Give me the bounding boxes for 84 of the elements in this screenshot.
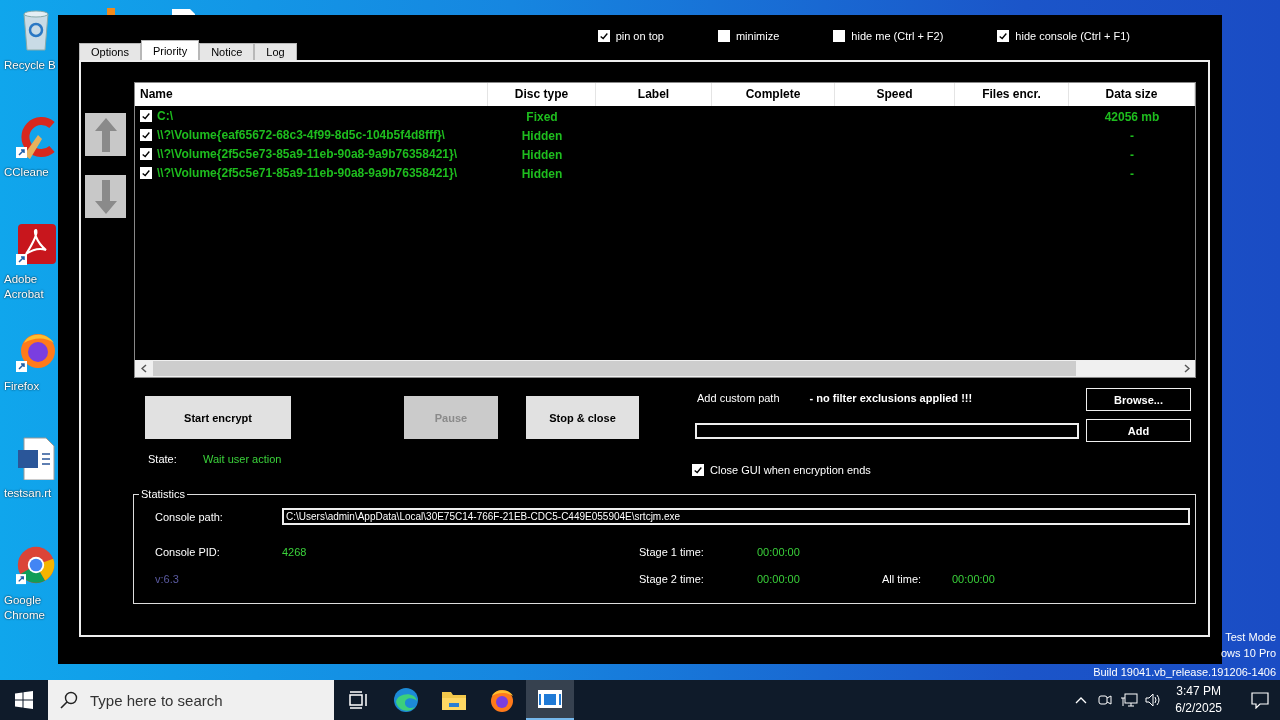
checkbox[interactable] — [717, 30, 730, 42]
checkbox[interactable] — [140, 147, 152, 160]
field-value: 00:00:00 — [757, 546, 801, 558]
checkbox[interactable] — [140, 109, 152, 122]
cleaner-icon[interactable] — [16, 115, 56, 159]
state-label: State: — [148, 453, 178, 465]
table-cell: C:\ — [157, 108, 173, 123]
checkbox-label: Close GUI when encryption ends — [710, 464, 871, 476]
column-header[interactable]: Complete — [712, 83, 835, 106]
icon-label: Firefox — [4, 379, 40, 394]
windows-icon[interactable] — [15, 691, 33, 709]
table-cell: - — [1130, 147, 1134, 162]
field-value: 00:00:00 — [952, 573, 996, 585]
custom-path-label: Add custom path — [697, 391, 780, 404]
checkbox[interactable] — [597, 30, 610, 42]
checkbox[interactable] — [692, 464, 704, 476]
system-watermark-text: Build 19041.vb_release.191206-1406 — [1093, 666, 1276, 678]
icon-label: Adobe — [4, 272, 38, 287]
field-value: 4268 — [282, 546, 308, 558]
table-cell: \\?\Volume{2f5c5e71-85a9-11eb-90a8-9a9b76358421}\ — [157, 165, 457, 180]
option-label: minimize — [735, 30, 780, 42]
tab[interactable]: Log — [254, 43, 297, 60]
field-label: Stage 1 time: — [639, 546, 705, 558]
app-window-icon — [537, 689, 563, 709]
console-path-field[interactable]: C:\Users\admin\AppData\Local\30E75C14-766F-21EB-CDC5-C449E055904E\srtcjm.exe — [282, 508, 1190, 525]
scroll-left-icon[interactable] — [140, 364, 147, 373]
table-cell: - — [1130, 166, 1134, 181]
icon-label: Chrome — [4, 608, 45, 623]
field-label: All time: — [882, 573, 923, 585]
folder-icon — [441, 689, 467, 711]
column-header[interactable]: Disc type — [488, 83, 596, 106]
state-value: Wait user action — [203, 453, 282, 465]
option-label: hide me (Ctrl + F2) — [851, 30, 944, 42]
table-cell: 42056 mb — [1104, 109, 1160, 124]
warning-text: - no filter exclusions applied !!! — [809, 391, 973, 404]
tab[interactable]: Options — [79, 43, 141, 60]
column-header[interactable]: Name — [135, 83, 488, 106]
field-value: 00:00:00 — [757, 573, 801, 585]
tab[interactable]: Notice — [199, 43, 255, 60]
browser-icon — [489, 687, 515, 713]
scroll-right-icon[interactable] — [1183, 364, 1190, 373]
table-cell: \\?\Volume{2f5c5e73-85a9-11eb-90a8-9a9b76358421}\ — [157, 146, 457, 161]
system-watermark-text: Test Mode — [1225, 631, 1276, 643]
field-label: Stage 2 time: — [639, 573, 705, 585]
checkbox[interactable] — [140, 128, 152, 141]
add-button[interactable]: Add — [1086, 419, 1191, 442]
option-label: hide console (Ctrl + F1) — [1015, 30, 1130, 42]
tab[interactable]: Priority — [140, 40, 200, 60]
icon-label: Acrobat — [4, 287, 44, 302]
icon-label: Google — [4, 593, 42, 608]
taskbar-app-button[interactable] — [526, 680, 574, 720]
table-cell: Hidden — [521, 128, 563, 143]
search-icon — [60, 691, 78, 709]
column-header[interactable]: Files encr. — [955, 83, 1069, 106]
table-cell: - — [1130, 128, 1134, 143]
version-label: v:6.3 — [155, 573, 180, 585]
icon-label: CCleane — [4, 165, 49, 180]
task-view-icon — [348, 691, 368, 709]
group-title: Statistics — [140, 488, 186, 500]
checkbox[interactable] — [140, 166, 152, 179]
column-header[interactable]: Speed — [835, 83, 955, 106]
table-cell: Fixed — [526, 109, 558, 124]
browse-button[interactable]: Browse... — [1086, 388, 1191, 411]
horizontal-scrollbar[interactable] — [135, 360, 1195, 377]
action-button[interactable]: Stop & close — [526, 396, 639, 439]
custom-path-field[interactable] — [695, 422, 1079, 439]
table-cell: Hidden — [521, 147, 563, 162]
checkbox[interactable] — [997, 30, 1010, 42]
option-label: pin on top — [615, 30, 664, 42]
checkbox[interactable] — [833, 30, 846, 42]
document-icon[interactable] — [16, 436, 56, 480]
field-label: Console PID: — [155, 546, 221, 558]
action-button[interactable]: Start encrypt — [145, 396, 291, 439]
browser-icon — [393, 687, 419, 713]
pdf-icon[interactable] — [16, 222, 56, 266]
search-field[interactable]: Type here to search — [48, 680, 334, 720]
clock[interactable]: 3:47 PM 6/2/2025 — [1175, 683, 1222, 717]
column-header[interactable]: Data size — [1069, 83, 1195, 106]
icon-label: testsan.rt — [4, 486, 52, 501]
field-label: Console path: — [155, 510, 224, 523]
icon-label: Recycle B — [4, 58, 56, 73]
column-header[interactable]: Label — [596, 83, 712, 106]
table-cell: \\?\Volume{eaf65672-68c3-4f99-8d5c-104b5f4d8fff}\ — [157, 127, 445, 142]
table-cell: Hidden — [521, 166, 563, 181]
